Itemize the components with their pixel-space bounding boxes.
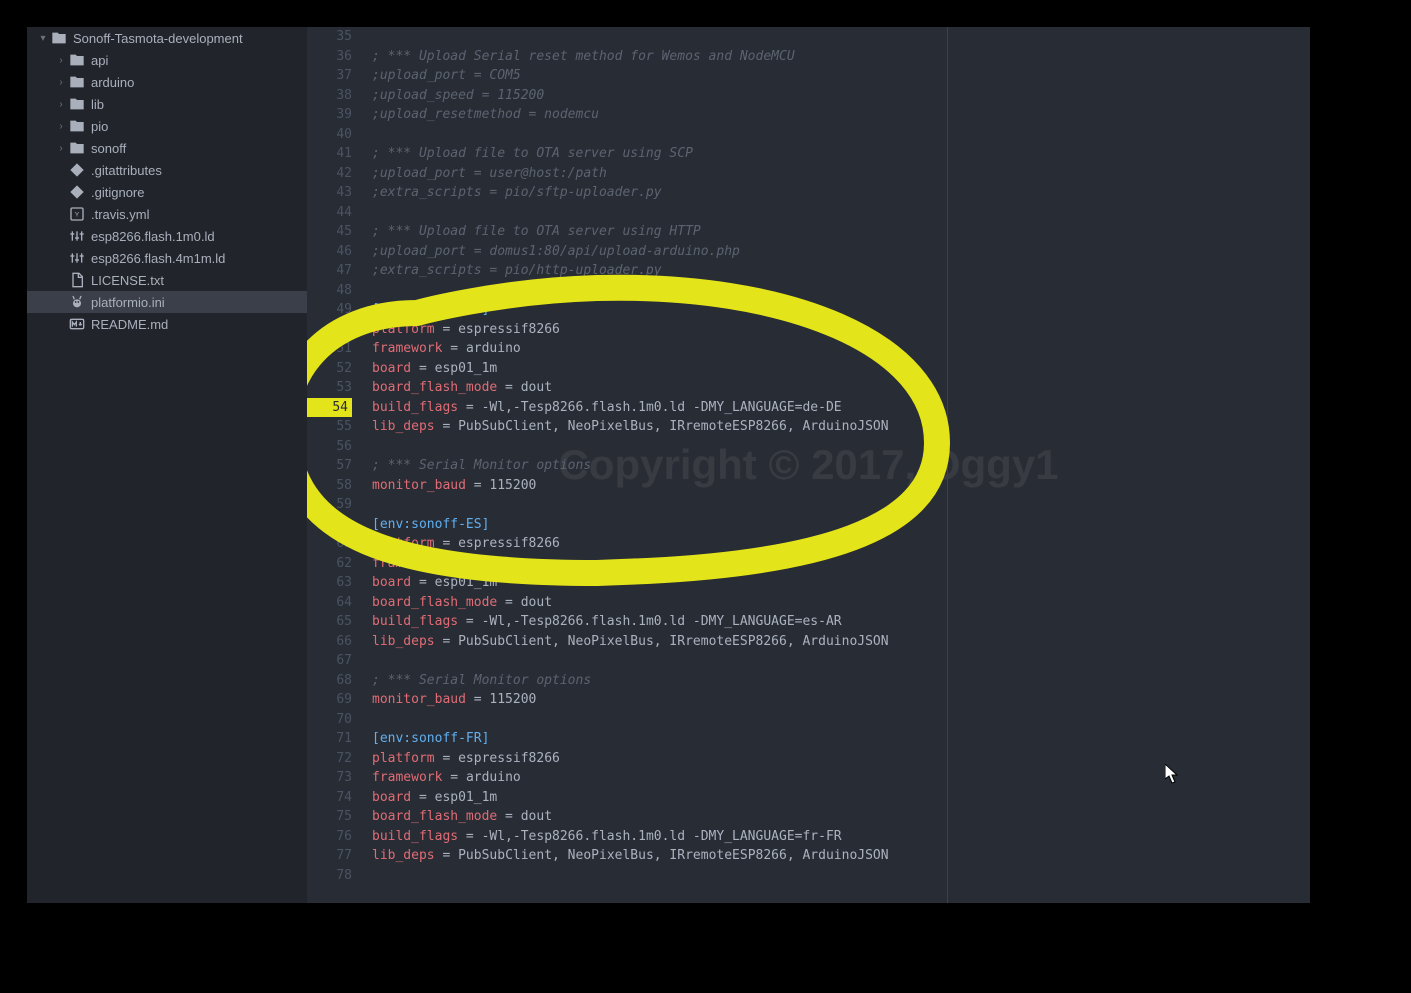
minimap[interactable] — [1220, 27, 1310, 903]
tree-item-label: sonoff — [91, 141, 126, 156]
code-line[interactable]: monitor_baud = 115200 — [372, 690, 1310, 710]
code-line[interactable]: [env:sonoff-FR] — [372, 729, 1310, 749]
tree-file[interactable]: Y .travis.yml — [27, 203, 307, 225]
code-line[interactable] — [372, 125, 1310, 145]
code-line[interactable] — [372, 27, 1310, 47]
code-line[interactable]: framework = arduino — [372, 339, 1310, 359]
tree-item-label: .gitignore — [91, 185, 144, 200]
code-line[interactable]: platform = espressif8266 — [372, 534, 1310, 554]
file-icon — [69, 272, 85, 288]
tree-item-label: arduino — [91, 75, 134, 90]
file-icon — [69, 162, 85, 178]
tree-item-label: .travis.yml — [91, 207, 150, 222]
code-line[interactable]: platform = espressif8266 — [372, 320, 1310, 340]
tree-item-label: LICENSE.txt — [91, 273, 164, 288]
code-line[interactable]: lib_deps = PubSubClient, NeoPixelBus, IR… — [372, 417, 1310, 437]
tree-folder-arduino[interactable]: › arduino — [27, 71, 307, 93]
code-line[interactable]: ; *** Upload file to OTA server using SC… — [372, 144, 1310, 164]
code-line[interactable] — [372, 437, 1310, 457]
tree-file[interactable]: esp8266.flash.4m1m.ld — [27, 247, 307, 269]
code-line[interactable] — [372, 495, 1310, 515]
code-line[interactable]: [env:sonoff-ES] — [372, 515, 1310, 535]
folder-icon — [69, 74, 85, 90]
code-line[interactable]: monitor_baud = 115200 — [372, 476, 1310, 496]
file-icon: Y — [69, 206, 85, 222]
tree-item-label: lib — [91, 97, 104, 112]
code-line[interactable]: board_flash_mode = dout — [372, 593, 1310, 613]
tree-file[interactable]: LICENSE.txt — [27, 269, 307, 291]
tree-item-label: .gitattributes — [91, 163, 162, 178]
tree-item-label: api — [91, 53, 108, 68]
code-line[interactable]: lib_deps = PubSubClient, NeoPixelBus, IR… — [372, 632, 1310, 652]
file-icon — [69, 294, 85, 310]
code-line[interactable] — [372, 203, 1310, 223]
file-icon — [69, 184, 85, 200]
code-line[interactable]: lib_deps = PubSubClient, NeoPixelBus, IR… — [372, 846, 1310, 866]
code-line[interactable]: ;upload_resetmethod = nodemcu — [372, 105, 1310, 125]
tree-item-label: platformio.ini — [91, 295, 165, 310]
code-line[interactable]: ;extra_scripts = pio/sftp-uploader.py — [372, 183, 1310, 203]
code-line[interactable]: board_flash_mode = dout — [372, 807, 1310, 827]
code-line[interactable]: ;upload_port = user@host:/path — [372, 164, 1310, 184]
tree-item-label: esp8266.flash.1m0.ld — [91, 229, 215, 244]
tree-folder-lib[interactable]: › lib — [27, 93, 307, 115]
chevron-right-icon: › — [55, 99, 67, 110]
chevron-right-icon: › — [55, 121, 67, 132]
tree-file[interactable]: .gitattributes — [27, 159, 307, 181]
tree-file[interactable]: .gitignore — [27, 181, 307, 203]
code-line[interactable]: [env:sonoff-DE] — [372, 300, 1310, 320]
code-line[interactable] — [372, 710, 1310, 730]
tree-root[interactable]: ▾ Sonoff-Tasmota-development — [27, 27, 307, 49]
code-line[interactable]: ; *** Upload file to OTA server using HT… — [372, 222, 1310, 242]
code-line[interactable]: board = esp01_1m — [372, 573, 1310, 593]
code-line[interactable]: ; *** Serial Monitor options — [372, 456, 1310, 476]
line-gutter: 3536373839404142434445464748495051525354… — [307, 27, 362, 885]
code-line[interactable]: board = esp01_1m — [372, 359, 1310, 379]
tree-item-label: README.md — [91, 317, 168, 332]
code-line[interactable]: board_flash_mode = dout — [372, 378, 1310, 398]
code-line[interactable]: framework = arduino — [372, 554, 1310, 574]
tree-file[interactable]: esp8266.flash.1m0.ld — [27, 225, 307, 247]
tree-root-label: Sonoff-Tasmota-development — [73, 31, 243, 46]
code-line[interactable]: ;upload_port = COM5 — [372, 66, 1310, 86]
code-line[interactable]: ; *** Upload Serial reset method for Wem… — [372, 47, 1310, 67]
code-line[interactable]: build_flags = -Wl,-Tesp8266.flash.1m0.ld… — [372, 612, 1310, 632]
chevron-right-icon: › — [55, 77, 67, 88]
tree-item-label: esp8266.flash.4m1m.ld — [91, 251, 225, 266]
folder-icon — [51, 30, 67, 46]
file-icon — [69, 228, 85, 244]
file-icon — [69, 316, 85, 332]
chevron-right-icon: › — [55, 143, 67, 154]
svg-text:Y: Y — [75, 212, 80, 219]
code-line[interactable]: build_flags = -Wl,-Tesp8266.flash.1m0.ld… — [372, 827, 1310, 847]
tree-file[interactable]: README.md — [27, 313, 307, 335]
mouse-cursor-icon — [1165, 764, 1179, 784]
code-line[interactable]: ;upload_speed = 115200 — [372, 86, 1310, 106]
tree-folder-pio[interactable]: › pio — [27, 115, 307, 137]
ide-window: ▾ Sonoff-Tasmota-development › api › arduin… — [27, 27, 1310, 903]
code-lines[interactable]: ; *** Upload Serial reset method for Wem… — [372, 27, 1310, 885]
file-icon — [69, 250, 85, 266]
project-tree[interactable]: ▾ Sonoff-Tasmota-development › api › arduin… — [27, 27, 307, 903]
code-line[interactable]: ;upload_port = domus1:80/api/upload-ardu… — [372, 242, 1310, 262]
tree-folder-api[interactable]: › api — [27, 49, 307, 71]
code-line[interactable] — [372, 281, 1310, 301]
folder-icon — [69, 96, 85, 112]
folder-icon — [69, 52, 85, 68]
code-line[interactable]: ; *** Serial Monitor options — [372, 671, 1310, 691]
tree-file[interactable]: platformio.ini — [27, 291, 307, 313]
code-line[interactable] — [372, 866, 1310, 886]
tree-item-label: pio — [91, 119, 108, 134]
tree-folder-sonoff[interactable]: › sonoff — [27, 137, 307, 159]
chevron-right-icon: › — [55, 55, 67, 66]
folder-icon — [69, 118, 85, 134]
code-line[interactable]: ;extra_scripts = pio/http-uploader.py — [372, 261, 1310, 281]
folder-icon — [69, 140, 85, 156]
chevron-down-icon: ▾ — [37, 33, 49, 44]
code-line[interactable]: board = esp01_1m — [372, 788, 1310, 808]
code-editor[interactable]: Copyright © 2017, Oggy1 3536373839404142… — [307, 27, 1310, 903]
code-line[interactable]: build_flags = -Wl,-Tesp8266.flash.1m0.ld… — [372, 398, 1310, 418]
code-line[interactable] — [372, 651, 1310, 671]
